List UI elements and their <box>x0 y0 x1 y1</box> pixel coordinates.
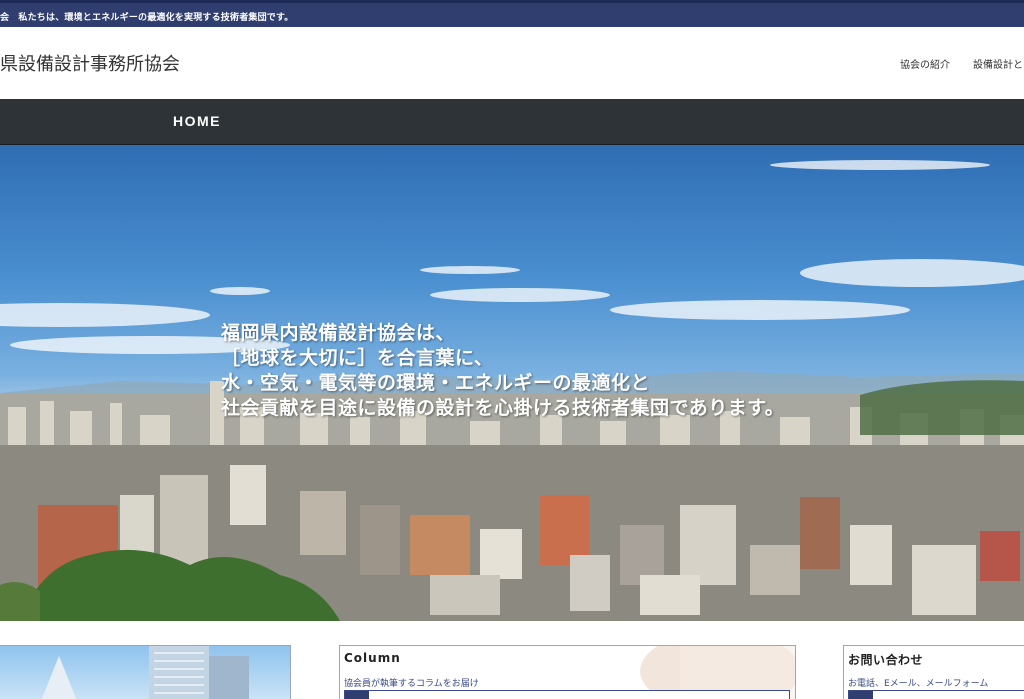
contact-card-link-bar[interactable] <box>848 690 1024 699</box>
hero-line-4: 社会貢献を目途に設備の設計を心掛ける技術者集団であります。 <box>221 397 785 419</box>
column-card-icon <box>345 691 369 699</box>
column-card[interactable]: Column 協会員が執筆するコラムをお届け <box>339 645 796 699</box>
hero-line-2: ［地球を大切に］を合言葉に、 <box>221 347 494 369</box>
site-title[interactable]: 県設備設計事務所協会 <box>0 50 180 76</box>
hero-line-1: 福岡県内設備設計協会は、 <box>221 322 456 344</box>
card-photo-buildings <box>0 646 290 699</box>
hero-line-3: 水・空気・電気等の環境・エネルギーの最適化と <box>221 372 651 394</box>
hero-copy: 福岡県内設備設計協会は、 ［地球を大切に］を合言葉に、 水・空気・電気等の環境・… <box>221 321 784 421</box>
hero-banner: 福岡県内設備設計協会は、 ［地球を大切に］を合言葉に、 水・空気・電気等の環境・… <box>0 145 1024 621</box>
header-nav-about[interactable]: 協会の紹介 <box>900 56 950 71</box>
column-card-link-bar[interactable] <box>344 690 790 699</box>
column-card-subtitle: 協会員が執筆するコラムをお届け <box>344 679 479 689</box>
top-announcement-bar: 会 私たちは、環境とエネルギーの最適化を実現する技術者集団です。 <box>0 0 1024 27</box>
site-header: 県設備設計事務所協会 協会の紹介 設備設計と <box>0 27 1024 99</box>
column-card-title: Column <box>344 651 401 665</box>
header-nav-design[interactable]: 設備設計と <box>973 56 1023 71</box>
contact-card-subtitle: お電話、Eメール、メールフォーム <box>848 679 989 689</box>
main-navbar: HOME <box>0 99 1024 145</box>
top-announcement-text: 会 私たちは、環境とエネルギーの最適化を実現する技術者集団です。 <box>0 13 294 23</box>
contact-card-icon <box>849 691 873 699</box>
feature-card-image[interactable] <box>0 645 291 699</box>
contact-card[interactable]: お問い合わせ お電話、Eメール、メールフォーム <box>843 645 1024 699</box>
contact-card-title: お問い合わせ <box>848 653 924 667</box>
nav-home-link[interactable]: HOME <box>173 113 221 129</box>
